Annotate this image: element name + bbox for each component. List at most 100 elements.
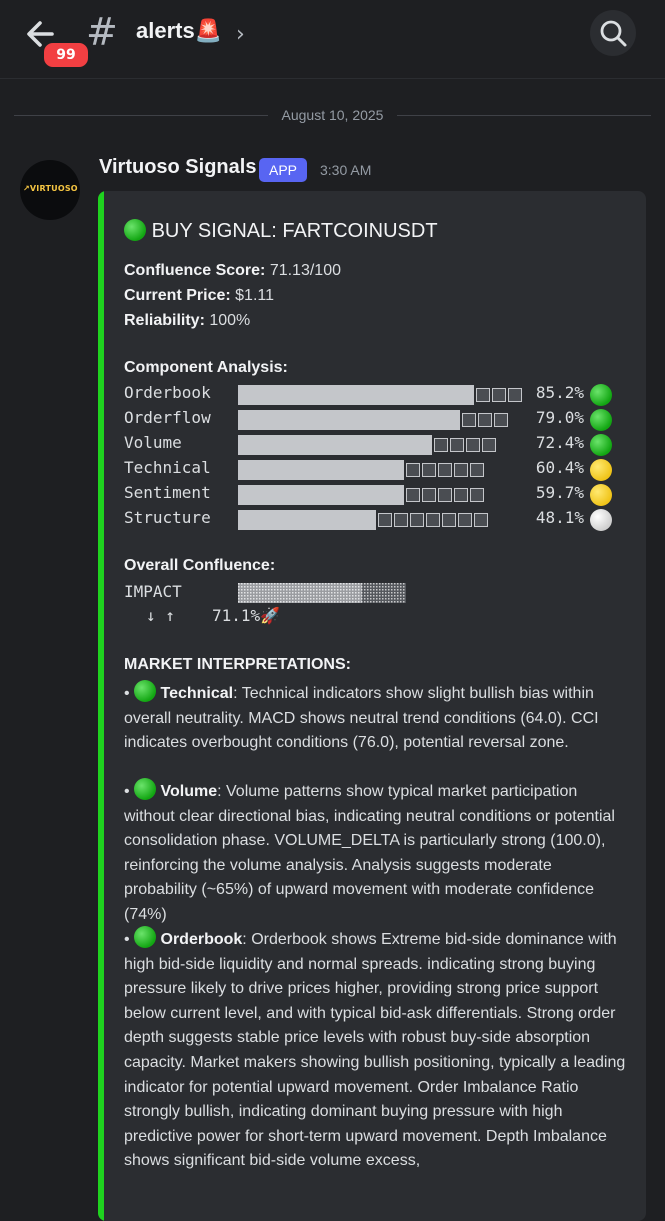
component-percent: 85.2% [535, 383, 584, 402]
overall-heading: Overall Confluence: [124, 557, 276, 574]
green-circle-icon [590, 434, 612, 456]
interp-title: Orderbook [160, 931, 243, 948]
empty-cell [482, 438, 496, 452]
impact-bar-remainder [362, 583, 406, 603]
component-row: Sentiment 59.7% [124, 483, 644, 507]
component-empty-cells [378, 513, 488, 527]
interpretation-item: • Volume: Volume patterns show typical m… [124, 778, 629, 928]
component-row: Volume 72.4% [124, 433, 644, 457]
component-name: Sentiment [124, 483, 211, 502]
empty-cell [422, 463, 436, 477]
impact-bar [238, 583, 406, 603]
author-name[interactable]: Virtuoso Signals [99, 156, 256, 179]
field-value: $1.11 [235, 287, 275, 304]
empty-cell [394, 513, 408, 527]
impact-percent: 71.1%🚀 [212, 606, 281, 625]
impact-label: IMPACT [124, 582, 182, 601]
embed-title-text: BUY SIGNAL: FARTCOINUSDT [151, 220, 438, 242]
component-empty-cells [406, 463, 484, 477]
embed-accent-bar [98, 191, 104, 1221]
component-row: Orderbook 85.2% [124, 383, 644, 407]
empty-cell [438, 463, 452, 477]
empty-cell [378, 513, 392, 527]
empty-cell [470, 463, 484, 477]
chevron-right-icon[interactable]: › [236, 22, 245, 47]
component-empty-cells [462, 413, 508, 427]
field-value: 71.13/100 [269, 262, 341, 279]
component-percent: 59.7% [535, 483, 584, 502]
component-row: Structure 48.1% [124, 508, 644, 532]
empty-cell [434, 438, 448, 452]
component-row: Orderflow 79.0% [124, 408, 644, 432]
interp-text: : Volume patterns show typical market pa… [124, 783, 615, 923]
component-empty-cells [406, 488, 484, 502]
yellow-circle-icon [590, 484, 612, 506]
empty-cell [474, 513, 488, 527]
date-divider: August 10, 2025 [0, 105, 665, 124]
empty-cell [438, 488, 452, 502]
component-name: Orderbook [124, 383, 211, 402]
app-tag: APP [259, 158, 307, 182]
empty-cell [458, 513, 472, 527]
component-score-bar [238, 410, 460, 430]
empty-cell [406, 488, 420, 502]
date-label: August 10, 2025 [267, 107, 398, 123]
component-score-bar [238, 435, 432, 455]
field-label: Current Price: [124, 287, 231, 304]
field-value: 100% [209, 312, 251, 329]
component-score-bar [238, 510, 376, 530]
channel-header: 99 # alerts🚨 › [0, 0, 665, 79]
embed-title: BUY SIGNAL: FARTCOINUSDT [124, 219, 438, 243]
component-empty-cells [434, 438, 496, 452]
white-circle-icon [590, 509, 612, 531]
yellow-circle-icon [590, 459, 612, 481]
message-timestamp: 3:30 AM [320, 162, 372, 178]
search-icon [600, 20, 627, 47]
component-name: Volume [124, 433, 182, 452]
unread-count-badge: 99 [41, 40, 91, 70]
empty-cell [426, 513, 440, 527]
component-name: Technical [124, 458, 211, 477]
empty-cell [454, 463, 468, 477]
empty-cell [462, 413, 476, 427]
green-circle-icon [124, 219, 146, 241]
component-score-bar [238, 460, 404, 480]
interp-heading: MARKET INTERPRETATIONS: [124, 656, 351, 673]
component-name: Structure [124, 508, 211, 527]
interp-title: Technical [160, 685, 234, 702]
channel-name[interactable]: alerts🚨 [136, 18, 222, 44]
component-percent: 60.4% [535, 458, 584, 477]
empty-cell [476, 388, 490, 402]
empty-cell [454, 488, 468, 502]
empty-cell [422, 488, 436, 502]
green-circle-icon [590, 409, 612, 431]
component-row: Technical 60.4% [124, 458, 644, 482]
empty-cell [478, 413, 492, 427]
component-score-bar [238, 385, 474, 405]
empty-cell [442, 513, 456, 527]
field-price: Current Price: $1.11 [124, 283, 274, 308]
field-confluence: Confluence Score: 71.13/100 [124, 258, 341, 283]
component-percent: 79.0% [535, 408, 584, 427]
signal-embed: BUY SIGNAL: FARTCOINUSDT Confluence Scor… [98, 191, 646, 1221]
component-name: Orderflow [124, 408, 211, 427]
text-channel-icon: # [86, 10, 118, 54]
interpretation-item: • Technical: Technical indicators show s… [124, 680, 629, 756]
impact-bar-fill [238, 583, 362, 603]
empty-cell [450, 438, 464, 452]
interp-text: : Orderbook shows Extreme bid-side domin… [124, 931, 626, 1170]
field-label: Reliability: [124, 312, 205, 329]
avatar-logo-text: ↗VIRTUOSO [23, 184, 78, 193]
green-circle-icon [590, 384, 612, 406]
field-reliability: Reliability: 100% [124, 308, 250, 333]
empty-cell [410, 513, 424, 527]
search-button[interactable] [590, 10, 636, 56]
component-score-bar [238, 485, 404, 505]
field-label: Confluence Score: [124, 262, 266, 279]
impact-arrows: ↓ ↑ [146, 606, 175, 625]
empty-cell [466, 438, 480, 452]
green-circle-icon [134, 778, 157, 800]
avatar[interactable]: ↗VIRTUOSO [20, 160, 80, 220]
interp-title: Volume [160, 783, 218, 800]
green-circle-icon [134, 926, 157, 948]
